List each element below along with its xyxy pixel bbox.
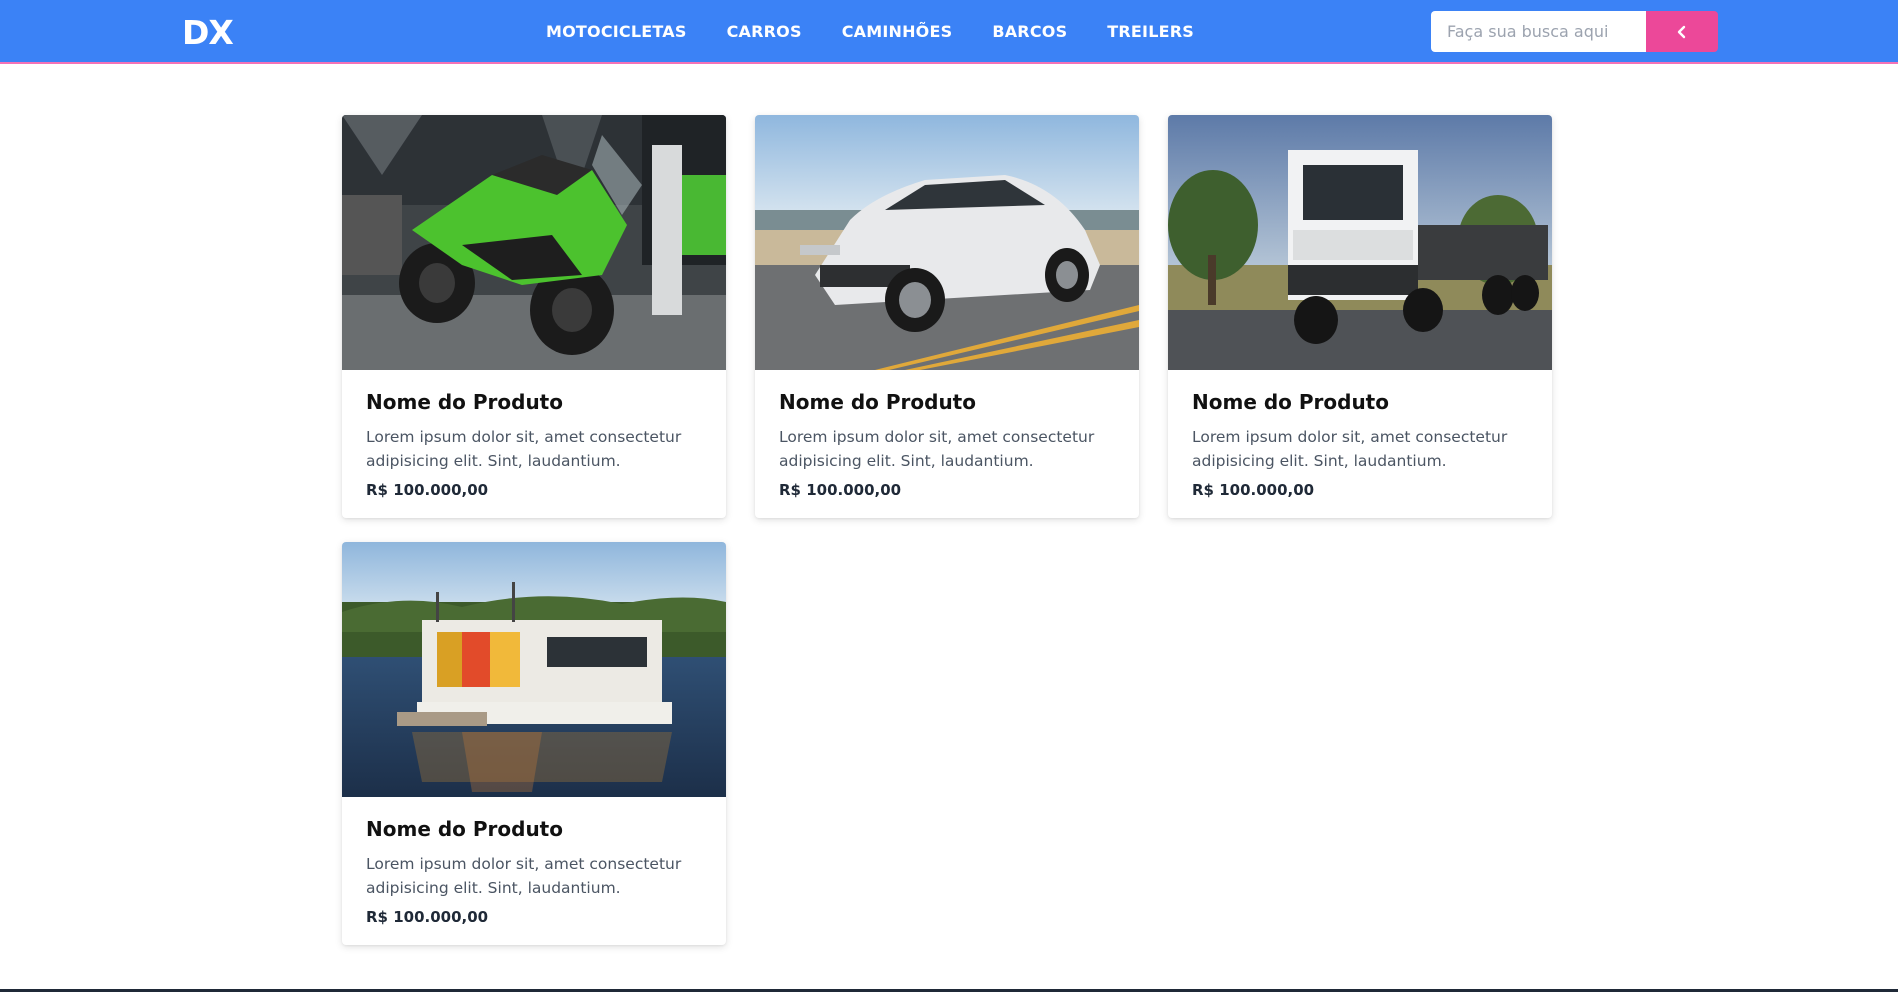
product-card[interactable]: Nome do Produto Lorem ipsum dolor sit, a… <box>1168 115 1552 518</box>
product-price: R$ 100.000,00 <box>1192 481 1315 499</box>
product-description: Lorem ipsum dolor sit, amet consectetur … <box>779 428 1095 470</box>
search-input[interactable] <box>1431 11 1646 52</box>
product-card[interactable]: Nome do Produto Lorem ipsum dolor sit, a… <box>342 542 726 945</box>
card-body: Nome do Produto Lorem ipsum dolor sit, a… <box>342 370 726 499</box>
product-image-boat[interactable] <box>342 542 726 797</box>
card-body: Nome do Produto Lorem ipsum dolor sit, a… <box>342 797 726 926</box>
product-title[interactable]: Nome do Produto <box>366 817 702 841</box>
product-card[interactable]: Nome do Produto Lorem ipsum dolor sit, a… <box>755 115 1139 518</box>
nav-link-motocicletas[interactable]: MOTOCICLETAS <box>546 22 687 41</box>
chevron-left-icon <box>1677 25 1686 38</box>
search-bar <box>1431 11 1718 52</box>
logo[interactable]: DX <box>182 13 234 52</box>
product-description: Lorem ipsum dolor sit, amet consectetur … <box>1192 428 1508 470</box>
product-image-motorcycle[interactable] <box>342 115 726 370</box>
product-price: R$ 100.000,00 <box>366 908 489 926</box>
product-title[interactable]: Nome do Produto <box>779 390 1115 414</box>
product-price: R$ 100.000,00 <box>366 481 489 499</box>
card-body: Nome do Produto Lorem ipsum dolor sit, a… <box>1168 370 1552 499</box>
main-nav: MOTOCICLETAS CARROS CAMINHÕES BARCOS TRE… <box>546 0 1234 62</box>
product-card[interactable]: Nome do Produto Lorem ipsum dolor sit, a… <box>342 115 726 518</box>
product-description: Lorem ipsum dolor sit, amet consectetur … <box>366 428 682 470</box>
nav-link-caminhoes[interactable]: CAMINHÕES <box>842 22 953 41</box>
product-image-car[interactable] <box>755 115 1139 370</box>
product-price: R$ 100.000,00 <box>779 481 902 499</box>
product-title[interactable]: Nome do Produto <box>366 390 702 414</box>
product-description: Lorem ipsum dolor sit, amet consectetur … <box>366 855 682 897</box>
nav-link-barcos[interactable]: BARCOS <box>992 22 1067 41</box>
product-title[interactable]: Nome do Produto <box>1192 390 1528 414</box>
top-navbar: DX MOTOCICLETAS CARROS CAMINHÕES BARCOS … <box>0 0 1898 64</box>
search-button[interactable] <box>1646 11 1718 52</box>
nav-link-carros[interactable]: CARROS <box>727 22 802 41</box>
nav-link-treilers[interactable]: TREILERS <box>1107 22 1194 41</box>
product-image-truck[interactable] <box>1168 115 1552 370</box>
card-body: Nome do Produto Lorem ipsum dolor sit, a… <box>755 370 1139 499</box>
